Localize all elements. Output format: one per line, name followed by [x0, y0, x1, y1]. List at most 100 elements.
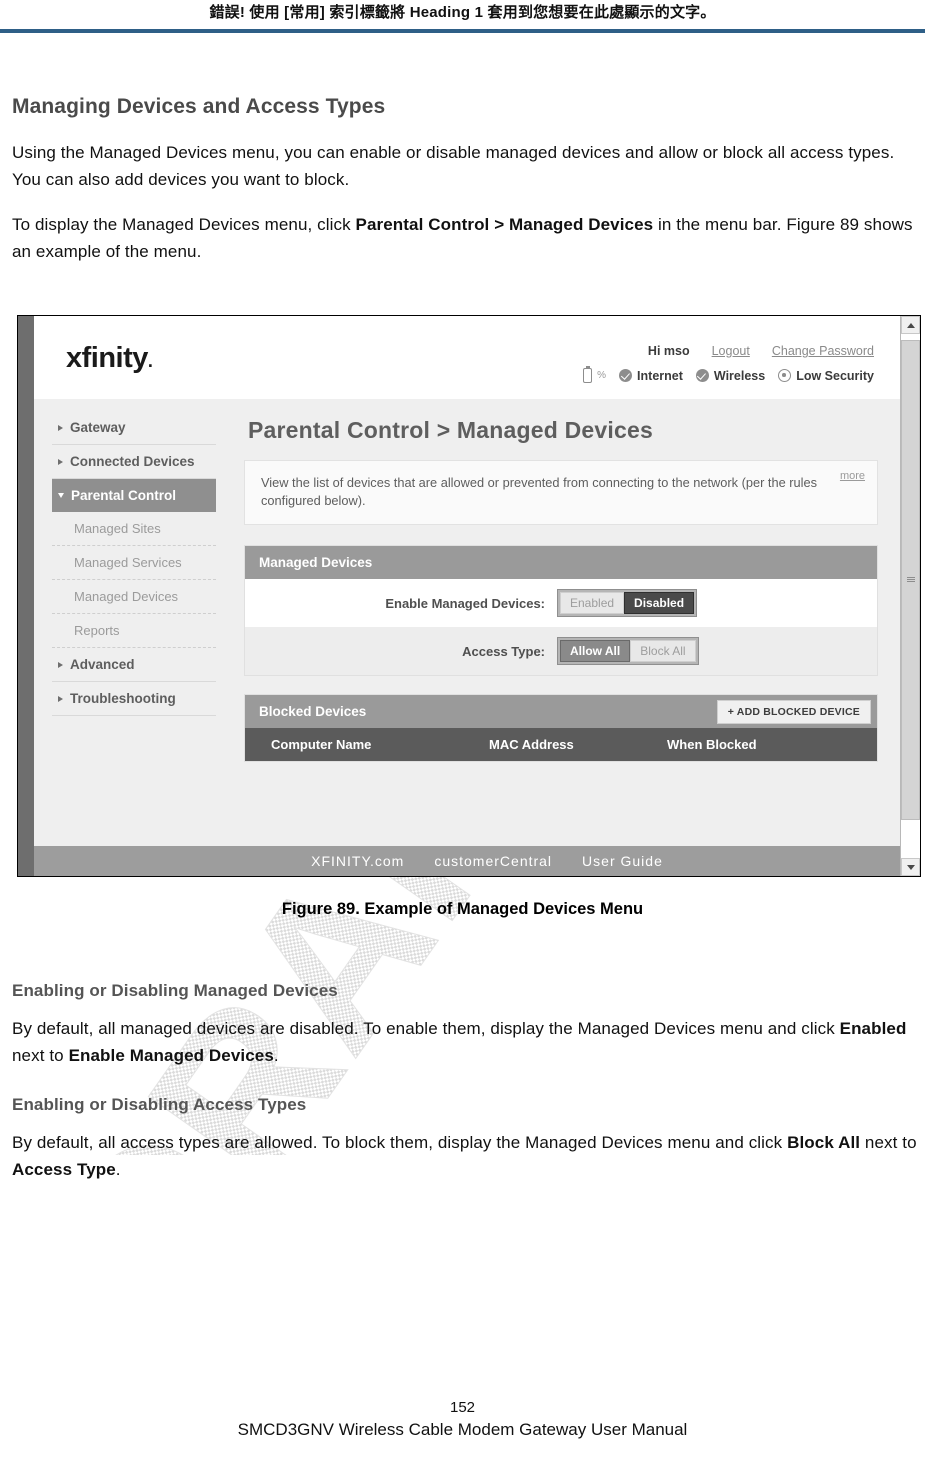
- header-rule: [0, 29, 925, 33]
- allow-all-option-button[interactable]: Allow All: [560, 640, 631, 662]
- footer-link-user-guide[interactable]: User Guide: [582, 853, 663, 869]
- battery-icon: [583, 366, 593, 383]
- sidebar-item-label: Advanced: [70, 657, 135, 672]
- page-title: Managing Devices and Access Types: [12, 95, 386, 118]
- sub2-bold-2: Access Type: [12, 1160, 116, 1179]
- chevron-down-icon: [58, 493, 64, 498]
- sidebar-item-managed-sites[interactable]: Managed Sites: [52, 512, 216, 546]
- sidebar-item-label: Managed Sites: [74, 521, 161, 536]
- sub2-bold-1: Block All: [787, 1133, 861, 1152]
- para2-bold: Parental Control > Managed Devices: [355, 215, 654, 234]
- sidebar-item-label: Managed Devices: [74, 589, 179, 604]
- content-heading: Parental Control > Managed Devices: [248, 417, 653, 443]
- sidebar-item-troubleshooting[interactable]: Troubleshooting: [52, 682, 216, 716]
- chevron-right-icon: [58, 458, 63, 465]
- managed-devices-panel: Managed Devices Enable Managed Devices: …: [244, 545, 878, 676]
- column-header-when-blocked: When Blocked: [667, 737, 757, 752]
- chevron-right-icon: [58, 424, 63, 431]
- account-links: Hi mso Logout Change Password: [648, 344, 874, 358]
- shield-icon: [778, 369, 792, 382]
- ui-footer-links: XFINITY.com customerCentral User Guide: [34, 846, 900, 876]
- disabled-option-button[interactable]: Disabled: [624, 592, 695, 614]
- add-blocked-device-button[interactable]: + ADD BLOCKED DEVICE: [716, 700, 871, 724]
- wireless-status: Wireless: [695, 368, 766, 383]
- xfinity-logo: xfinity.: [66, 342, 153, 375]
- sidebar-item-gateway[interactable]: Gateway: [52, 411, 216, 445]
- column-header-mac-address: MAC Address: [489, 737, 574, 752]
- sidebar-item-connected-devices[interactable]: Connected Devices: [52, 445, 216, 479]
- scroll-down-button[interactable]: [901, 858, 920, 876]
- change-password-link[interactable]: Change Password: [772, 344, 874, 358]
- enabled-option-button[interactable]: Enabled: [560, 592, 625, 614]
- sidebar-nav: Gateway Connected Devices Parental Contr…: [34, 399, 230, 846]
- footer-link-xfinity[interactable]: XFINITY.com: [311, 853, 404, 869]
- content-area: Parental Control > Managed Devices View …: [230, 399, 900, 846]
- chevron-up-icon: [906, 322, 915, 328]
- sidebar-item-managed-services[interactable]: Managed Services: [52, 546, 216, 580]
- internet-label: Internet: [637, 368, 683, 383]
- sidebar-item-managed-devices[interactable]: Managed Devices: [52, 580, 216, 614]
- chevron-right-icon: [58, 661, 63, 668]
- scrollbar-thumb[interactable]: [901, 340, 920, 820]
- logout-link[interactable]: Logout: [712, 344, 750, 358]
- sub1-pre: By default, all managed devices are disa…: [12, 1019, 840, 1038]
- ui-top-bar: xfinity. Hi mso Logout Change Password %…: [34, 316, 900, 399]
- page-body-top: Managing Devices and Access Types Using …: [12, 95, 917, 283]
- sidebar-item-reports[interactable]: Reports: [52, 614, 216, 648]
- scrollbar-track[interactable]: [901, 334, 920, 858]
- sidebar-item-label: Parental Control: [71, 488, 177, 503]
- description-box: View the list of devices that are allowe…: [244, 460, 878, 525]
- sidebar-item-label: Gateway: [70, 420, 126, 435]
- sub2-mid: next to: [860, 1133, 917, 1152]
- page-body-lower: Enabling or Disabling Managed Devices By…: [12, 955, 917, 1201]
- browser-left-gutter: [18, 316, 34, 876]
- running-header-text: 錯誤! 使用 [常用] 索引標籤將 Heading 1 套用到您想要在此處顯示的…: [209, 4, 716, 21]
- access-type-label: Access Type:: [462, 643, 545, 659]
- vertical-scrollbar[interactable]: [900, 316, 920, 876]
- subsection-2-title: Enabling or Disabling Access Types: [12, 1095, 307, 1114]
- sidebar-item-label: Troubleshooting: [70, 691, 176, 706]
- sub1-post: .: [273, 1046, 279, 1065]
- figure-caption: Figure 89. Example of Managed Devices Me…: [281, 900, 644, 918]
- page-number: 152: [449, 1399, 476, 1416]
- sidebar-item-advanced[interactable]: Advanced: [52, 648, 216, 682]
- blocked-devices-table-header: Computer Name MAC Address When Blocked: [245, 728, 877, 761]
- figure-screenshot: xfinity. Hi mso Logout Change Password %…: [17, 315, 921, 877]
- para2-pre: To display the Managed Devices menu, cli…: [12, 215, 356, 234]
- battery-status: %: [583, 366, 606, 383]
- sidebar-item-parental-control[interactable]: Parental Control: [52, 479, 216, 512]
- check-circle-icon: [619, 369, 633, 382]
- sidebar-item-label: Managed Services: [74, 555, 182, 570]
- footer-link-customer-central[interactable]: customerCentral: [434, 853, 552, 869]
- enable-managed-devices-toggle[interactable]: Enabled Disabled: [557, 589, 698, 617]
- sub2-pre: By default, all access types are allowed…: [12, 1133, 788, 1152]
- block-all-option-button[interactable]: Block All: [630, 640, 696, 662]
- sidebar-item-label: Connected Devices: [70, 454, 195, 469]
- chevron-down-icon: [906, 864, 915, 870]
- sub1-bold-1: Enabled: [839, 1019, 907, 1038]
- chevron-right-icon: [58, 695, 63, 702]
- xfinity-admin-ui: xfinity. Hi mso Logout Change Password %…: [34, 316, 900, 876]
- security-label: Low Security: [796, 368, 874, 383]
- grip-icon: [906, 577, 915, 583]
- description-text: View the list of devices that are allowe…: [261, 475, 818, 508]
- column-header-computer-name: Computer Name: [271, 737, 372, 752]
- status-indicators: % Internet Wireless Low Security: [583, 366, 874, 383]
- sub1-mid: next to: [12, 1046, 69, 1065]
- enable-managed-devices-label: Enable Managed Devices:: [385, 595, 545, 611]
- page-footer: 152 SMCD3GNV Wireless Cable Modem Gatewa…: [0, 1399, 925, 1440]
- enable-managed-devices-row: Enable Managed Devices: Enabled Disabled: [245, 579, 877, 627]
- logo-trademark: .: [147, 351, 153, 371]
- subsection-2-paragraph: By default, all access types are allowed…: [12, 1129, 917, 1183]
- wireless-label: Wireless: [713, 368, 766, 383]
- sub2-post: .: [115, 1160, 121, 1179]
- access-type-toggle[interactable]: Allow All Block All: [557, 637, 699, 665]
- scroll-up-button[interactable]: [901, 316, 920, 334]
- browser-window: xfinity. Hi mso Logout Change Password %…: [18, 316, 920, 876]
- more-link[interactable]: more: [840, 470, 865, 482]
- blocked-devices-panel-title: Blocked Devices + ADD BLOCKED DEVICE: [245, 695, 877, 728]
- internet-status: Internet: [619, 369, 683, 383]
- document-running-header: 錯誤! 使用 [常用] 索引標籤將 Heading 1 套用到您想要在此處顯示的…: [0, 0, 925, 36]
- access-type-row: Access Type: Allow All Block All: [245, 627, 877, 675]
- blocked-devices-title-text: Blocked Devices: [259, 704, 367, 719]
